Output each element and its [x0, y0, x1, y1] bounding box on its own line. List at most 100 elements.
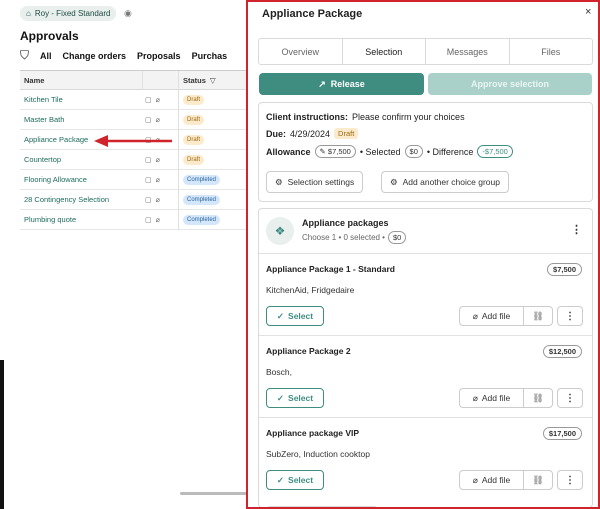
more-options-icon[interactable]: ⋮ [557, 470, 583, 490]
row-name[interactable]: 28 Contingency Selection [20, 195, 145, 204]
more-options-icon[interactable]: ⋮ [571, 223, 582, 236]
row-icons: ▢⌀ [145, 196, 178, 204]
allowance-pill[interactable]: ✎ $7,500 [314, 145, 356, 158]
choice-item: Appliance package VIP $17,500 SubZero, I… [259, 417, 592, 499]
eye-icon[interactable]: ◉ [124, 8, 132, 19]
status-badge: Draft [183, 154, 205, 165]
table-row[interactable]: 28 Contingency Selection ▢ ⌀ Completed [20, 189, 248, 210]
pencil-icon: ✎ [319, 147, 326, 156]
selection-panel: Appliance Package × Overview Selection M… [246, 0, 600, 509]
filter-proposals[interactable]: Proposals [137, 51, 181, 61]
selected-label: • Selected [359, 146, 401, 157]
row-name[interactable]: Flooring Allowance [20, 175, 145, 184]
filter-icon[interactable]: ▽ [210, 76, 216, 85]
comments-icon: ▢ [145, 216, 152, 224]
link-icon[interactable]: ⛓ [523, 470, 553, 490]
comments-icon: ▢ [145, 176, 152, 184]
allowance-label: Allowance [266, 146, 311, 157]
row-icons: ▢⌀ [145, 116, 178, 124]
approve-selection-button[interactable]: Approve selection [428, 73, 592, 95]
difference-pill: -$7,500 [477, 145, 513, 158]
row-name[interactable]: Master Bath [20, 115, 145, 124]
status-badge: Completed [183, 214, 221, 225]
choice-name: Appliance Package 2 [266, 346, 351, 356]
approvals-table: Name Status ▽ Kitchen Tile ▢ ⌀ Draft Maste… [20, 70, 248, 230]
instructions-label: Client instructions: [266, 112, 349, 122]
select-button[interactable]: ✓ Select [266, 388, 324, 408]
arrow-up-right-icon: ↗ [318, 78, 326, 89]
name-column-header[interactable]: Name [20, 76, 142, 85]
status-badge: Draft [183, 134, 205, 145]
filter-change-orders[interactable]: Change orders [63, 51, 127, 61]
row-name[interactable]: Countertop [20, 155, 145, 164]
comments-icon: ▢ [145, 196, 152, 204]
tab-files[interactable]: Files [510, 39, 593, 64]
status-badge: Draft [334, 128, 359, 139]
release-button[interactable]: ↗ Release [259, 73, 424, 95]
attachment-icon: ⌀ [155, 176, 160, 184]
attachment-icon: ⌀ [155, 156, 160, 164]
table-row[interactable]: Plumbing quote ▢ ⌀ Completed [20, 209, 248, 230]
group-total-pill: $0 [387, 231, 407, 244]
selection-settings-button[interactable]: ⚙ Selection settings [266, 171, 364, 193]
attachment-icon: ⌀ [155, 216, 160, 224]
check-icon: ✓ [276, 392, 285, 403]
select-button[interactable]: ✓ Select [266, 306, 324, 326]
table-header: Name Status ▽ [20, 70, 248, 90]
gear-icon: ⚙ [275, 176, 283, 187]
tab-messages[interactable]: Messages [426, 39, 510, 64]
tab-overview[interactable]: Overview [259, 39, 343, 64]
row-name[interactable]: Plumbing quote [20, 215, 145, 224]
instructions-card: Client instructions: Please confirm your… [258, 102, 593, 202]
add-file-button[interactable]: ⌀ Add file [459, 388, 524, 408]
annotation-arrow-icon [94, 135, 172, 147]
row-icons: ▢⌀ [145, 176, 178, 184]
close-icon[interactable]: × [585, 6, 591, 18]
table-row[interactable]: Countertop ▢ ⌀ Draft [20, 149, 248, 170]
filter-icon[interactable]: ⛉ [20, 48, 29, 63]
paperclip-icon: ⌀ [472, 310, 478, 321]
group-subtitle: Choose 1 • 0 selected • $0 [302, 231, 407, 244]
status-column-header[interactable]: Status ▽ [178, 70, 248, 90]
add-file-button[interactable]: ⌀ Add file [459, 306, 524, 326]
select-button[interactable]: ✓ Select [266, 470, 324, 490]
link-icon[interactable]: ⛓ [523, 388, 553, 408]
row-icons: ▢⌀ [145, 156, 178, 164]
attachment-icon: ⌀ [155, 116, 160, 124]
link-icon[interactable]: ⛓ [523, 306, 553, 326]
project-chip[interactable]: ⌂ Roy - Fixed Standard [20, 6, 117, 21]
add-choice-group-button[interactable]: ⚙ Add another choice group [381, 171, 509, 193]
table-row[interactable]: Kitchen Tile ▢ ⌀ Draft [20, 89, 248, 110]
choice-price: $17,500 [542, 427, 582, 440]
row-icons: ▢⌀ [145, 216, 178, 224]
choice-price: $12,500 [542, 345, 582, 358]
choice-price: $7,500 [547, 263, 582, 276]
choice-item: Appliance Package 1 - Standard $7,500 Ki… [259, 253, 592, 335]
table-row[interactable]: Master Bath ▢ ⌀ Draft [20, 109, 248, 130]
filter-purchase[interactable]: Purchas [192, 51, 228, 61]
add-file-button[interactable]: ⌀ Add file [459, 470, 524, 490]
grid-icon: ❖ [266, 217, 294, 245]
check-icon: ✓ [276, 474, 285, 485]
row-name[interactable]: Kitchen Tile [20, 95, 145, 104]
choice-item: Appliance Package 2 $12,500 Bosch, ✓ Sele… [259, 335, 592, 417]
status-badge: Draft [183, 114, 205, 125]
choice-name: Appliance Package 1 - Standard [266, 264, 395, 274]
horizontal-scrollbar[interactable] [180, 492, 248, 495]
panel-title: Appliance Package [262, 8, 363, 20]
more-options-icon[interactable]: ⋮ [557, 388, 583, 408]
choice-name: Appliance package VIP [266, 428, 360, 438]
check-icon: ✓ [276, 310, 285, 321]
table-row[interactable]: Flooring Allowance ▢ ⌀ Completed [20, 169, 248, 190]
tab-selection[interactable]: Selection [342, 39, 426, 64]
filter-all[interactable]: All [40, 51, 52, 61]
section-title: Approvals [20, 29, 79, 43]
comments-icon: ▢ [145, 116, 152, 124]
choice-description: SubZero, Induction cooktop [266, 449, 370, 459]
group-title: Appliance packages [302, 218, 389, 228]
selected-pill: $0 [404, 145, 423, 158]
status-badge: Completed [183, 174, 221, 185]
project-chip-label: Roy - Fixed Standard [34, 9, 111, 18]
more-options-icon[interactable]: ⋮ [557, 306, 583, 326]
attachment-icon: ⌀ [155, 96, 160, 104]
